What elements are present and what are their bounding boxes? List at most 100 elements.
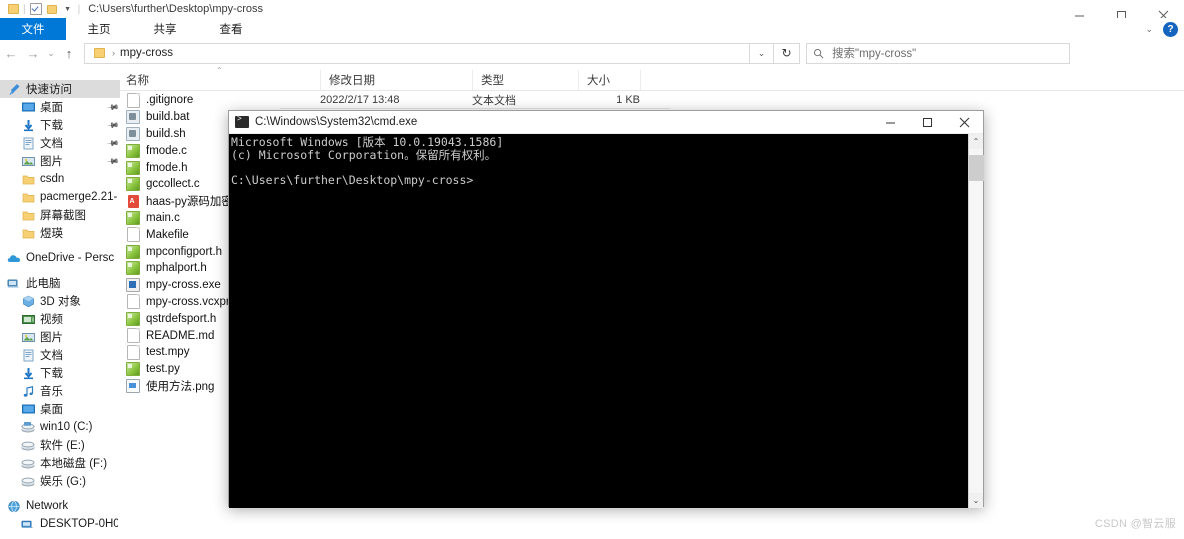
system-drive-icon <box>20 419 36 435</box>
sidebar-item-3d-对象[interactable]: 3D 对象 <box>0 292 120 310</box>
pin-star-icon <box>6 81 22 97</box>
c-source-icon <box>126 311 140 326</box>
folder-icon[interactable] <box>5 1 21 17</box>
minimize-icon[interactable] <box>872 111 909 133</box>
c-source-icon <box>126 362 140 377</box>
cmd-console-icon <box>235 115 249 128</box>
address-bar: ← → ⌄ ↑ › mpy-cross ⌄ ↻ 搜索"mpy-cross" <box>0 40 1184 66</box>
videos-icon <box>20 311 36 327</box>
sidebar-item-下载[interactable]: 下载 📌 <box>0 116 120 134</box>
new-folder-icon[interactable] <box>44 1 60 17</box>
pin-icon[interactable]: 📌 <box>106 118 119 131</box>
command-prompt-window[interactable]: C:\Windows\System32\cmd.exe Microsoft Wi… <box>228 110 984 508</box>
sidebar-item-文档[interactable]: 文档 <box>0 346 120 364</box>
sidebar-item-network[interactable]: Network <box>0 497 120 515</box>
sidebar-item-娱乐-g-[interactable]: 娱乐 (G:) <box>0 472 120 490</box>
up-button[interactable]: ↑ <box>58 41 80 65</box>
scroll-up-icon[interactable]: ⌃ <box>969 134 983 149</box>
sidebar-item-pacmerge2-21-[interactable]: pacmerge2.21- <box>0 188 120 206</box>
sidebar-item-图片[interactable]: 图片 <box>0 328 120 346</box>
desktop-icon <box>20 99 36 115</box>
sidebar-item-label: 快速访问 <box>26 84 72 96</box>
sidebar-item-桌面[interactable]: 桌面 <box>0 400 120 418</box>
column-label-type: 类型 <box>481 75 504 87</box>
sidebar-item-本地磁盘-f-[interactable]: 本地磁盘 (F:) <box>0 454 120 472</box>
sidebar-item-desktop-0h0t[interactable]: DESKTOP-0H0T <box>0 515 120 533</box>
sidebar-item-label: 此电脑 <box>26 278 61 290</box>
file-name-label: mphalport.h <box>146 262 207 275</box>
sidebar-item-音乐[interactable]: 音乐 <box>0 382 120 400</box>
c-source-icon <box>126 143 140 158</box>
sidebar-item-label: 桌面 <box>40 404 63 416</box>
sidebar-item-csdn[interactable]: csdn <box>0 170 120 188</box>
search-input[interactable]: 搜索"mpy-cross" <box>806 42 1070 64</box>
pin-icon[interactable]: 📌 <box>106 100 119 113</box>
refresh-icon[interactable]: ↻ <box>774 42 800 64</box>
ribbon-right-controls: ⌄ ? <box>1145 18 1184 40</box>
column-header-name[interactable]: 名称 ⌃ <box>120 66 320 90</box>
sidebar-item-图片[interactable]: 图片 📌 <box>0 152 120 170</box>
cmd-console-output[interactable]: Microsoft Windows [版本 10.0.19043.1586] (c… <box>229 134 968 508</box>
pin-icon[interactable]: 📌 <box>106 154 119 167</box>
maximize-icon[interactable] <box>909 111 946 133</box>
cmd-title-bar[interactable]: C:\Windows\System32\cmd.exe <box>229 111 983 134</box>
file-name-cell[interactable]: .gitignore <box>120 92 320 108</box>
address-input[interactable]: › mpy-cross <box>84 42 750 64</box>
sidebar-item-视频[interactable]: 视频 <box>0 310 120 328</box>
address-dropdown-icon[interactable]: ⌄ <box>750 42 774 64</box>
sidebar-item-下载[interactable]: 下载 <box>0 364 120 382</box>
batch-file-icon <box>126 110 140 125</box>
folder-icon <box>20 225 36 241</box>
sidebar-item-win10-c-[interactable]: win10 (C:) <box>0 418 120 436</box>
file-name-label: build.bat <box>146 111 190 124</box>
tab-view[interactable]: 查看 <box>198 18 264 40</box>
c-source-icon <box>126 177 140 192</box>
sidebar-item-label: 本地磁盘 (F:) <box>40 458 108 470</box>
cmd-window-controls[interactable] <box>872 111 983 133</box>
table-row[interactable]: .gitignore 2022/2/17 13:48 文本文档 1 KB <box>120 92 1184 109</box>
file-name-label: mpy-cross.exe <box>146 279 221 292</box>
tab-home[interactable]: 主页 <box>66 18 132 40</box>
customize-caret-icon[interactable]: ▼ <box>60 1 76 17</box>
sidebar-item-桌面[interactable]: 桌面 📌 <box>0 98 120 116</box>
cmd-scrollbar[interactable]: ⌃ ⌄ <box>968 134 984 508</box>
scroll-down-icon[interactable]: ⌄ <box>969 493 983 508</box>
sidebar-item-onedrive-persc[interactable]: OneDrive - Persc <box>0 249 120 267</box>
sidebar-item-屏幕截图[interactable]: 屏幕截图 <box>0 206 120 224</box>
drive-icon <box>20 473 36 489</box>
music-icon <box>20 383 36 399</box>
sidebar-item-软件-e-[interactable]: 软件 (E:) <box>0 436 120 454</box>
back-button[interactable]: ← <box>0 41 22 65</box>
column-header-type[interactable]: 类型 <box>472 70 578 90</box>
text-file-icon <box>126 344 140 360</box>
quick-access-toolbar[interactable]: | ▼ | <box>0 0 82 18</box>
recent-locations-button[interactable]: ⌄ <box>44 41 58 65</box>
column-header-modified[interactable]: 修改日期 <box>320 70 472 90</box>
cmd-scroll-thumb[interactable] <box>969 155 984 181</box>
sidebar-item-快速访问[interactable]: 快速访问 <box>0 80 120 98</box>
sidebar-item-煜瑛[interactable]: 煜瑛 <box>0 224 120 242</box>
column-header-extra[interactable] <box>640 70 760 90</box>
file-name-label: fmode.h <box>146 161 188 174</box>
column-header-size[interactable]: 大小 <box>578 70 640 90</box>
chevron-down-icon[interactable]: ⌄ <box>1145 24 1153 35</box>
sidebar-item-文档[interactable]: 文档 📌 <box>0 134 120 152</box>
sidebar-item-此电脑[interactable]: 此电脑 <box>0 274 120 292</box>
sidebar-item-label: 音乐 <box>40 386 63 398</box>
close-icon[interactable] <box>946 111 983 133</box>
navigation-pane[interactable]: 快速访问 桌面 📌 下载 📌 文档 📌 图片 📌 csdn pacmerge2.21- 屏幕截图 煜瑛 O… <box>0 80 120 539</box>
cmd-scroll-track[interactable] <box>969 149 984 493</box>
help-icon[interactable]: ? <box>1163 21 1178 37</box>
file-name-label: qstrdefsport.h <box>146 312 217 325</box>
pin-icon[interactable]: 📌 <box>106 136 119 149</box>
forward-button[interactable]: → <box>22 41 44 65</box>
text-file-icon <box>126 92 140 108</box>
cmd-blank-line <box>231 161 968 174</box>
properties-checkbox-icon[interactable] <box>28 1 44 17</box>
pictures-icon <box>20 153 36 169</box>
tab-file[interactable]: 文件 <box>0 18 66 40</box>
c-source-icon <box>126 160 140 175</box>
tab-share[interactable]: 共享 <box>132 18 198 40</box>
sidebar-item-label: 屏幕截图 <box>40 210 86 222</box>
breadcrumb[interactable]: mpy-cross <box>120 47 173 59</box>
